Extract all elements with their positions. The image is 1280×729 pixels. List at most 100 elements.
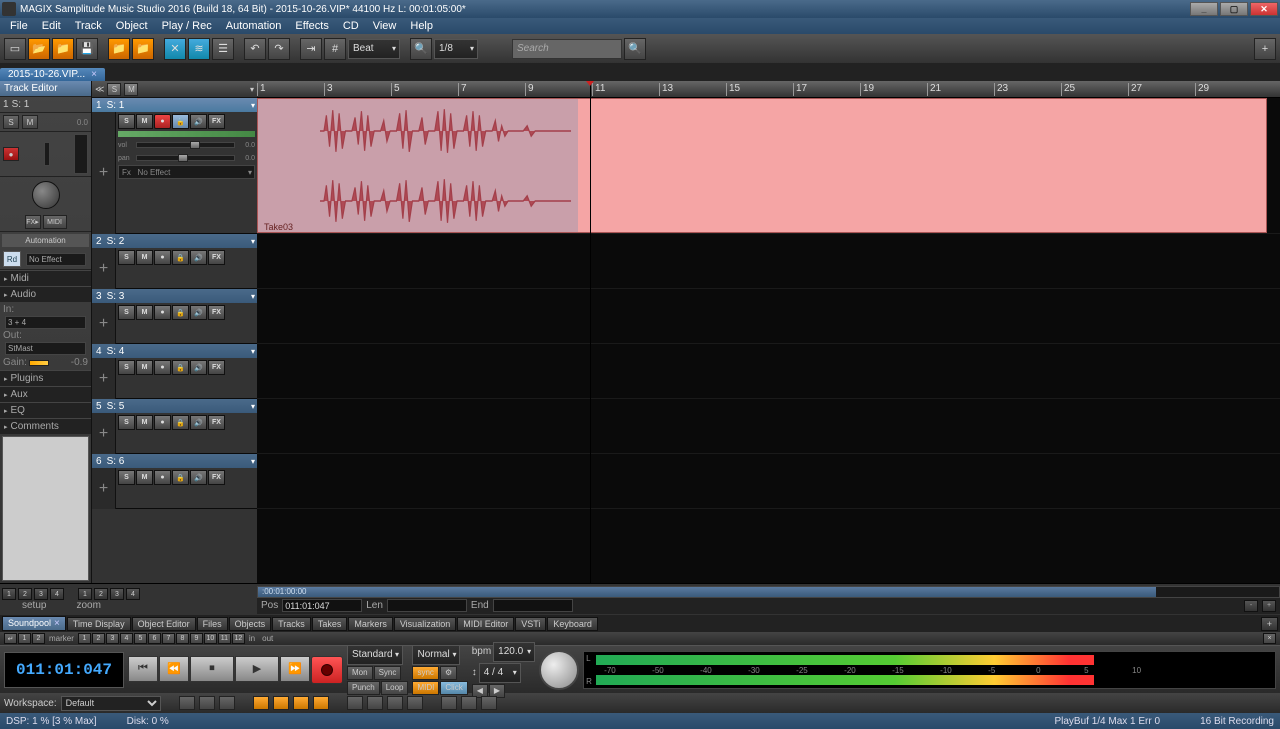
track-header[interactable]: 1 S: 1▾ + S M ● 🔒 🔊 FX vol0.0 pan0.0 Fx …: [92, 98, 257, 234]
tool-button[interactable]: [461, 696, 477, 710]
tab-objects[interactable]: Objects: [229, 617, 272, 631]
setup-preset[interactable]: 1: [2, 588, 16, 600]
lock-button[interactable]: 🔒: [172, 305, 189, 320]
rec-arm-button[interactable]: ●: [154, 470, 171, 485]
read-automation-button[interactable]: Rd: [3, 251, 21, 267]
mute-button[interactable]: M: [136, 415, 153, 430]
add-track-button[interactable]: +: [92, 413, 116, 454]
marker-num-8[interactable]: 8: [176, 633, 189, 644]
arrange-lane[interactable]: Take03: [257, 98, 1280, 234]
crossfade-icon[interactable]: ✕: [164, 38, 186, 60]
snap-mode-select[interactable]: Beat: [348, 39, 400, 59]
tab-keyboard[interactable]: Keyboard: [547, 617, 598, 631]
tool-button[interactable]: [199, 696, 215, 710]
mute-button[interactable]: M: [136, 250, 153, 265]
arrange-lane[interactable]: [257, 454, 1280, 509]
section-aux[interactable]: Aux: [0, 386, 91, 402]
open-folder-button[interactable]: 📁: [52, 38, 74, 60]
eq-button[interactable]: MIDI: [43, 215, 67, 229]
auto-crossfade-icon[interactable]: ≋: [188, 38, 210, 60]
menu-view[interactable]: View: [367, 20, 403, 32]
loop-button[interactable]: Loop: [381, 681, 409, 695]
fx-button[interactable]: FX: [208, 360, 225, 375]
zoom-in-icon[interactable]: +: [1262, 600, 1276, 612]
marker-num-4[interactable]: 4: [120, 633, 133, 644]
position-field[interactable]: [282, 599, 362, 612]
marker-num-2[interactable]: 2: [92, 633, 105, 644]
marker-btn[interactable]: 2: [32, 633, 45, 644]
tool-button[interactable]: [179, 696, 195, 710]
menu-file[interactable]: File: [4, 20, 34, 32]
rec-arm-button[interactable]: ●: [154, 360, 171, 375]
record-button[interactable]: [311, 656, 343, 684]
record-arm-button[interactable]: ●: [3, 147, 19, 161]
undo-button[interactable]: ↶: [244, 38, 266, 60]
tab-tracks[interactable]: Tracks: [272, 617, 311, 631]
midi-opts-button[interactable]: ⚙: [440, 666, 457, 680]
setup-preset[interactable]: 3: [34, 588, 48, 600]
goto-start-button[interactable]: ⏮: [128, 656, 158, 682]
tool-button[interactable]: [367, 696, 383, 710]
setup-preset[interactable]: 4: [50, 588, 64, 600]
zoom-preset[interactable]: 3: [110, 588, 124, 600]
track-header[interactable]: 2 S: 2▾ + S M ● 🔒 🔊 FX: [92, 234, 257, 289]
mute-button[interactable]: M: [136, 360, 153, 375]
menu-automation[interactable]: Automation: [220, 20, 288, 32]
arrange-lane[interactable]: [257, 399, 1280, 454]
track-header[interactable]: 4 S: 4▾ + S M ● 🔒 🔊 FX: [92, 344, 257, 399]
grid-division-select[interactable]: 1/8: [434, 39, 478, 59]
global-mute[interactable]: M: [124, 83, 138, 96]
lock-button[interactable]: 🔒: [172, 114, 189, 129]
marker-arrow-icon[interactable]: ↵: [4, 633, 17, 644]
document-tab[interactable]: 2015-10-26.VIP... ×: [0, 68, 105, 81]
tab-takes[interactable]: Takes: [312, 617, 348, 631]
marker-num-6[interactable]: 6: [148, 633, 161, 644]
add-track-button[interactable]: +: [92, 303, 116, 344]
timesig-field[interactable]: 4 / 4: [479, 663, 521, 683]
maximize-button[interactable]: ▢: [1220, 2, 1248, 16]
playhead[interactable]: [590, 81, 591, 583]
rewind-button[interactable]: ⏪: [159, 656, 189, 682]
lock-button[interactable]: 🔒: [172, 415, 189, 430]
grid-toggle[interactable]: #: [324, 38, 346, 60]
rec-arm-button[interactable]: ●: [154, 114, 171, 129]
fx-button[interactable]: FX▸: [25, 215, 41, 229]
solo-button[interactable]: S: [3, 115, 19, 129]
speaker-icon[interactable]: 🔊: [190, 114, 207, 129]
marker-btn[interactable]: 1: [18, 633, 31, 644]
zoom-preset[interactable]: 4: [126, 588, 140, 600]
folder-button[interactable]: 📁: [108, 38, 130, 60]
global-solo[interactable]: S: [107, 83, 121, 96]
section-midi[interactable]: Midi: [0, 270, 91, 286]
menu-playrec[interactable]: Play / Rec: [156, 20, 218, 32]
add-button[interactable]: +: [1254, 38, 1276, 60]
add-tab-button[interactable]: +: [1261, 617, 1278, 631]
lock-button[interactable]: 🔒: [172, 360, 189, 375]
marker-num-1[interactable]: 1: [78, 633, 91, 644]
tab-vsti[interactable]: VSTi: [515, 617, 546, 631]
marker-num-12[interactable]: 12: [232, 633, 245, 644]
tool-button[interactable]: [441, 696, 457, 710]
fx-button[interactable]: FX: [208, 250, 225, 265]
group-button[interactable]: ☰: [212, 38, 234, 60]
zoom-tool-button[interactable]: 🔍: [410, 38, 432, 60]
close-tab-icon[interactable]: ×: [91, 69, 97, 80]
output-select[interactable]: StMast: [5, 342, 86, 355]
effect-select[interactable]: Fx No Effect: [118, 165, 255, 179]
add-track-button[interactable]: +: [92, 468, 116, 509]
zoom-preset[interactable]: 1: [78, 588, 92, 600]
fx-button[interactable]: FX: [208, 114, 225, 129]
open-button[interactable]: 📂: [28, 38, 50, 60]
mute-button[interactable]: M: [22, 115, 38, 129]
solo-button[interactable]: S: [118, 305, 135, 320]
marker-num-5[interactable]: 5: [134, 633, 147, 644]
rec-arm-button[interactable]: ●: [154, 250, 171, 265]
punch-button[interactable]: Punch: [347, 681, 380, 695]
section-comments[interactable]: Comments: [0, 418, 91, 434]
track-header[interactable]: 3 S: 3▾ + S M ● 🔒 🔊 FX: [92, 289, 257, 344]
tool-button[interactable]: [313, 696, 329, 710]
comments-box[interactable]: [2, 436, 89, 581]
add-track-button[interactable]: +: [92, 112, 116, 234]
section-eq[interactable]: EQ: [0, 402, 91, 418]
tab-files[interactable]: Files: [197, 617, 228, 631]
